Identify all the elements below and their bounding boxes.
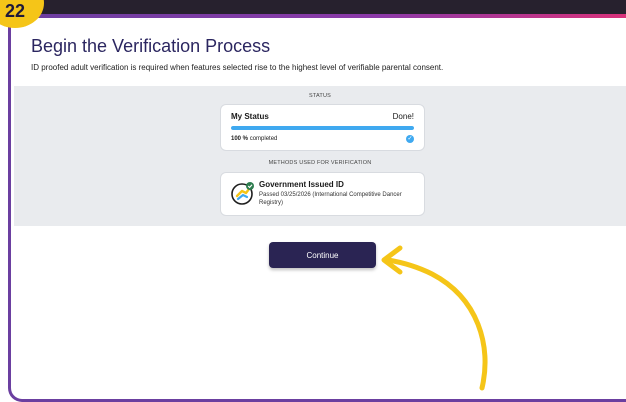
- page-title: Begin the Verification Process: [31, 36, 271, 56]
- continue-button[interactable]: Continue: [269, 242, 376, 268]
- methods-section-label: METHODS USED FOR VERIFICATION: [268, 160, 372, 166]
- window-top-bar: [11, 0, 626, 14]
- progress-bar-fill: [231, 126, 414, 130]
- status-state: Done!: [392, 112, 414, 121]
- id-check-icon: [231, 182, 254, 205]
- progress-suffix: completed: [249, 136, 278, 142]
- verification-panel: STATUS My Status Done! 100 % completed ✓…: [14, 86, 626, 226]
- check-icon: ✓: [406, 135, 414, 143]
- method-name: Government Issued ID: [259, 180, 344, 189]
- step-number: 22: [4, 1, 26, 21]
- page-subtitle: ID proofed adult verification is require…: [31, 63, 444, 72]
- status-section-label: STATUS: [308, 93, 332, 99]
- status-card: My Status Done! 100 % completed ✓: [221, 105, 424, 150]
- progress-bar: [231, 126, 414, 130]
- verification-method-card: Government Issued ID Passed 03/25/2026 (…: [221, 173, 424, 215]
- method-detail: Passed 03/25/2026 (International Competi…: [259, 192, 402, 206]
- app-window: Begin the Verification Process ID proofe…: [8, 0, 626, 402]
- progress-value: 100 %: [231, 136, 249, 142]
- status-card-title: My Status: [231, 112, 269, 121]
- window-accent-bar: [11, 14, 626, 18]
- progress-text: 100 % completed: [231, 136, 277, 142]
